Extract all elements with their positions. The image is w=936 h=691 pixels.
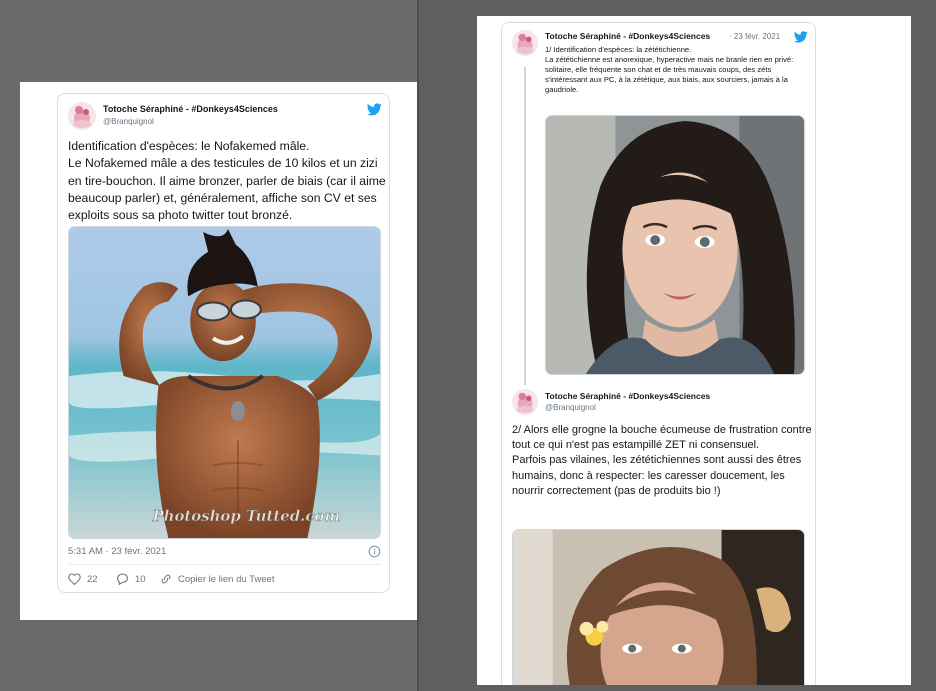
- link-icon: [161, 574, 171, 584]
- tweet-date[interactable]: · 23 févr. 2021: [729, 32, 780, 41]
- author-name[interactable]: Totoche Séraphiné - #Donkeys4Sciences: [103, 104, 278, 114]
- author-avatar[interactable]: [68, 102, 96, 130]
- author-avatar[interactable]: [512, 30, 538, 56]
- tweet-photo[interactable]: Photoshop Tutted.com: [68, 226, 381, 539]
- page-divider: [417, 0, 419, 691]
- divider: [68, 564, 381, 565]
- tweet-photo[interactable]: [512, 529, 805, 685]
- twitter-bird-icon[interactable]: [367, 103, 382, 116]
- tweet-timestamp[interactable]: 5:31 AM · 23 févr. 2021: [68, 546, 166, 557]
- reply-count: 10: [135, 573, 146, 585]
- twitter-bird-icon[interactable]: [794, 31, 808, 43]
- copy-link-label: Copier le lien du Tweet: [178, 573, 275, 585]
- watermark-text: Photoshop Tutted.com: [151, 507, 340, 525]
- author-name[interactable]: Totoche Séraphiné - #Donkeys4Sciences: [545, 391, 710, 401]
- info-icon[interactable]: [368, 545, 381, 558]
- author-handle[interactable]: @Branquignol: [103, 117, 154, 126]
- author-name[interactable]: Totoche Séraphiné - #Donkeys4Sciences: [545, 31, 710, 41]
- author-handle[interactable]: @Branquignol: [545, 403, 596, 412]
- tweet-text: 1/ Identification d'espèces: la zététich…: [545, 45, 794, 95]
- tweet-photo[interactable]: [545, 115, 805, 375]
- tweet-text: 2/ Alors elle grogne la bouche écumeuse …: [512, 424, 812, 497]
- author-avatar[interactable]: [512, 389, 538, 415]
- copy-link-action[interactable]: Copier le lien du Tweet: [160, 573, 274, 585]
- tweet-card[interactable]: Totoche Séraphiné - #Donkeys4Sciences @B…: [57, 93, 390, 593]
- thread-connector: [524, 67, 526, 385]
- thread-card[interactable]: Totoche Séraphiné - #Donkeys4Sciences · …: [501, 22, 816, 685]
- like-action[interactable]: 22: [68, 573, 98, 585]
- left-page: Totoche Séraphiné - #Donkeys4Sciences @B…: [20, 82, 417, 620]
- like-count: 22: [87, 573, 98, 585]
- tweet-text: Identification d'espèces: le Nofakemed m…: [68, 139, 386, 223]
- heart-icon: [68, 573, 81, 585]
- right-page: Totoche Séraphiné - #Donkeys4Sciences · …: [477, 16, 911, 685]
- reply-icon: [117, 573, 128, 585]
- reply-action[interactable]: 10: [116, 573, 146, 585]
